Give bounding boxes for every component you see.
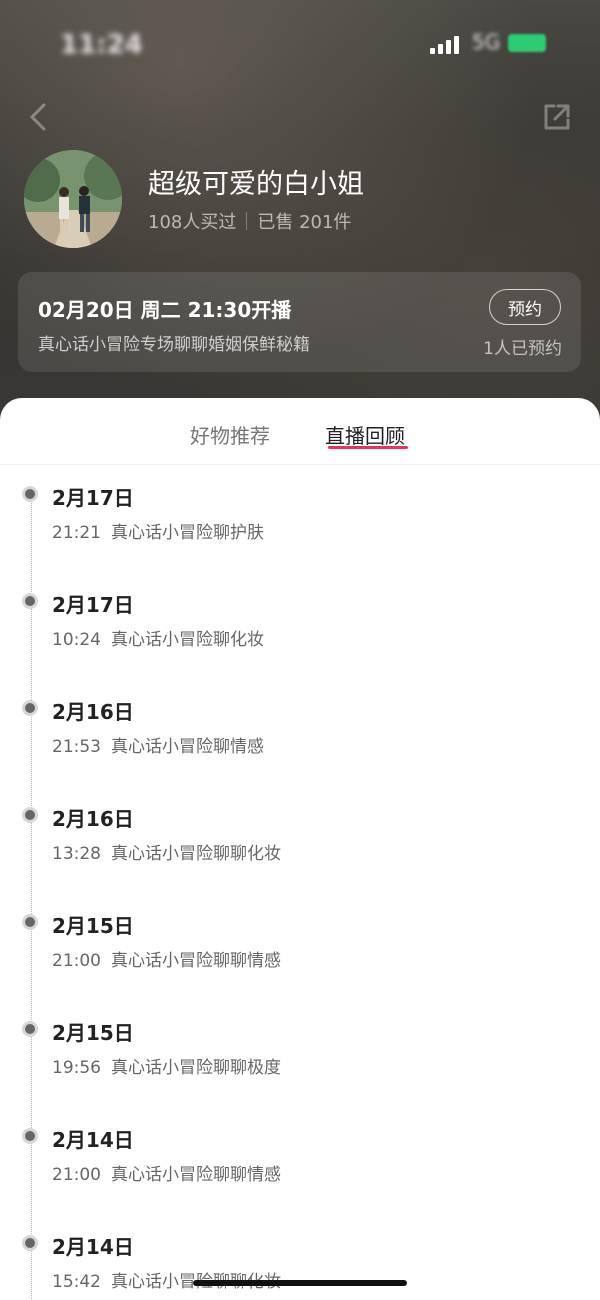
- replay-time: 19:56: [52, 1058, 101, 1078]
- bought-count: 108人买过: [148, 212, 237, 233]
- replay-detail: 10:24 真心话小冒险聊化妆: [52, 625, 264, 650]
- replay-item[interactable]: 2月16日 21:53 真心话小冒险聊情感: [0, 678, 600, 758]
- network-label: 5G: [472, 30, 501, 54]
- status-bar: 11:24 5G: [0, 0, 600, 80]
- sold-count: 已售 201件: [257, 212, 352, 233]
- timeline-dot: [25, 1131, 35, 1141]
- replay-time: 13:28: [52, 844, 101, 864]
- timeline-dot: [25, 917, 35, 927]
- replay-date: 2月14日: [52, 1128, 134, 1152]
- home-indicator[interactable]: [193, 1280, 407, 1286]
- live-start-time: 02月20日 周二 21:30开播: [38, 298, 292, 322]
- timeline-dot: [25, 596, 35, 606]
- replay-time: 21:21: [52, 523, 101, 543]
- reserve-count: 1人已预约: [483, 339, 562, 359]
- replay-date: 2月15日: [52, 914, 134, 938]
- replay-detail: 21:00 真心话小冒险聊聊情感: [52, 946, 281, 971]
- replay-item[interactable]: 2月17日 10:24 真心话小冒险聊化妆: [0, 571, 600, 651]
- replay-detail: 21:00 真心话小冒险聊聊情感: [52, 1160, 281, 1185]
- replay-detail: 21:21 真心话小冒险聊护肤: [52, 518, 264, 543]
- timeline-dot: [25, 1024, 35, 1034]
- stats-divider: [246, 212, 248, 230]
- replay-time: 21:00: [52, 1165, 101, 1185]
- profile-stats: 108人买过 已售 201件: [148, 208, 351, 234]
- active-tab-indicator: [328, 446, 408, 449]
- timeline-dot: [25, 1238, 35, 1248]
- tab-recommend[interactable]: 好物推荐: [190, 420, 270, 449]
- replay-title: 真心话小冒险聊聊化妆: [111, 844, 281, 864]
- status-time: 11:24: [60, 30, 143, 60]
- share-icon: [544, 104, 570, 130]
- replay-timeline: 2月17日 21:21 真心话小冒险聊护肤 2月17日 10:24 真心话小冒险聊化…: [0, 464, 600, 1300]
- replay-date: 2月16日: [52, 807, 134, 831]
- replay-title: 真心话小冒险聊护肤: [111, 523, 264, 543]
- replay-date: 2月14日: [52, 1235, 134, 1259]
- replay-time: 21:53: [52, 737, 101, 757]
- avatar[interactable]: [24, 150, 122, 248]
- signal-icon: [430, 34, 464, 54]
- back-button[interactable]: [22, 100, 56, 134]
- replay-date: 2月16日: [52, 700, 134, 724]
- replay-time: 21:00: [52, 951, 101, 971]
- replay-item[interactable]: 2月15日 21:00 真心话小冒险聊聊情感: [0, 892, 600, 972]
- tab-replay[interactable]: 直播回顾: [325, 420, 405, 449]
- live-topic: 真心话小冒险专场聊聊婚姻保鲜秘籍: [38, 335, 310, 355]
- replay-item[interactable]: 2月16日 13:28 真心话小冒险聊聊化妆: [0, 785, 600, 865]
- timeline-dot: [25, 703, 35, 713]
- share-button[interactable]: [540, 100, 574, 134]
- replay-item[interactable]: 2月14日 21:00 真心话小冒险聊聊情感: [0, 1106, 600, 1186]
- replay-item[interactable]: 2月15日 19:56 真心话小冒险聊聊极度: [0, 999, 600, 1079]
- back-chevron-icon: [30, 103, 46, 131]
- live-preview-card[interactable]: 02月20日 周二 21:30开播 真心话小冒险专场聊聊婚姻保鲜秘籍 预约 1人…: [18, 272, 581, 372]
- replay-title: 真心话小冒险聊聊情感: [111, 1165, 281, 1185]
- timeline-dot: [25, 489, 35, 499]
- replay-time: 15:42: [52, 1272, 101, 1292]
- battery-icon: [508, 34, 546, 52]
- reserve-button[interactable]: 预约: [489, 289, 561, 325]
- replay-title: 真心话小冒险聊聊极度: [111, 1058, 281, 1078]
- replay-date: 2月17日: [52, 486, 134, 510]
- replay-detail: 13:28 真心话小冒险聊聊化妆: [52, 839, 281, 864]
- replay-date: 2月15日: [52, 1021, 134, 1045]
- replay-title: 真心话小冒险聊化妆: [111, 630, 264, 650]
- profile-name: 超级可爱的白小姐: [148, 169, 364, 200]
- replay-detail: 19:56 真心话小冒险聊聊极度: [52, 1053, 281, 1078]
- replay-title: 真心话小冒险聊情感: [111, 737, 264, 757]
- replay-date: 2月17日: [52, 593, 134, 617]
- replay-time: 10:24: [52, 630, 101, 650]
- replay-title: 真心话小冒险聊聊情感: [111, 951, 281, 971]
- timeline-dot: [25, 810, 35, 820]
- tab-bar: 好物推荐 直播回顾: [0, 398, 600, 465]
- avatar-photo: [24, 150, 122, 248]
- replay-item[interactable]: 2月17日 21:21 真心话小冒险聊护肤: [0, 464, 600, 544]
- replay-detail: 21:53 真心话小冒险聊情感: [52, 732, 264, 757]
- content-panel: 好物推荐 直播回顾 2月17日 21:21 真心话小冒险聊护肤 2月17日 10:…: [0, 398, 600, 1300]
